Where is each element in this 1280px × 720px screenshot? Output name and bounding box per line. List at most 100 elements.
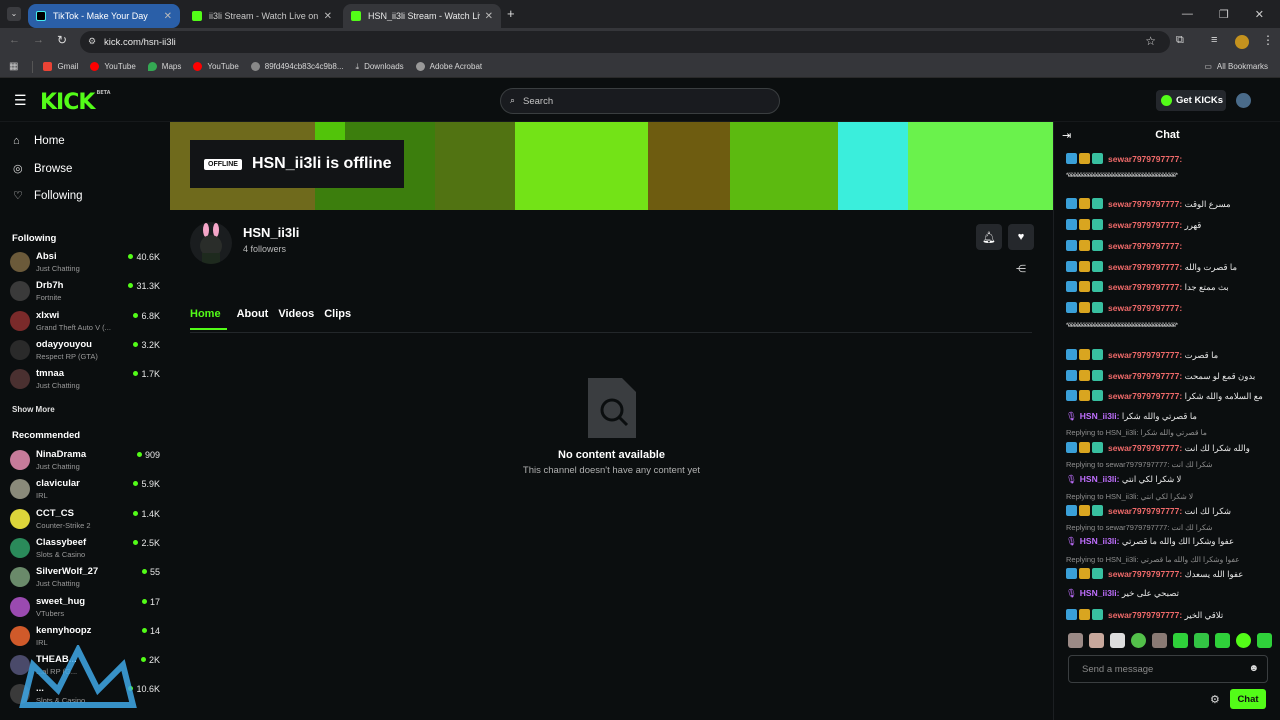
chat-username[interactable]: sewar7979797777: [1108,443,1182,453]
chat-username[interactable]: HSN_ii3li: [1080,588,1120,598]
chat-username[interactable]: sewar7979797777: [1108,350,1182,360]
new-tab-icon[interactable]: + [507,6,515,21]
forward-icon[interactable]: → [33,34,44,46]
channel-name: Drb7h [36,280,64,292]
close-tab-icon[interactable]: ✕ [164,11,172,22]
chat-username[interactable]: sewar7979797777: [1108,303,1182,313]
bookmark-star-icon[interactable]: ☆ [1145,34,1156,48]
chat-username[interactable]: sewar7979797777: [1108,391,1182,401]
bookmark-youtube-2[interactable]: YouTube [193,62,239,71]
bookmark-youtube[interactable]: YouTube [90,62,136,71]
notification-button[interactable]: 🔔︎ [976,224,1002,250]
chat-settings-icon[interactable]: ⚙ [1210,693,1220,706]
chat-username[interactable]: sewar7979797777: [1108,154,1182,164]
chat-username[interactable]: HSN_ii3li: [1080,411,1120,421]
bookmark-link[interactable]: 89fd494cb83c4c9b8... [250,62,344,71]
chat-username[interactable]: sewar7979797777: [1108,371,1182,381]
apps-icon[interactable]: ▦ [9,61,18,72]
sidebar-channel-recommended[interactable]: sweet_hug VTubers 17 [10,594,160,622]
sidebar-channel-recommended[interactable]: NinaDrama Just Chatting 909 [10,447,160,475]
follow-button[interactable]: ♥ [1008,224,1034,250]
tab-videos[interactable]: Videos [278,308,314,330]
url-bar[interactable]: ⚙ kick.com/hsn-ii3li ☆ [80,31,1170,53]
sidebar-channel-following[interactable]: tmnaa Just Chatting 1.7K [10,366,160,394]
emote-icon[interactable] [1068,633,1083,648]
emote-icon[interactable] [1110,633,1125,648]
close-window-icon[interactable]: ✕ [1255,8,1264,21]
sidebar-channel-following[interactable]: xlxwi Grand Theft Auto V (... 6.8K [10,308,160,336]
emoji-picker-icon[interactable]: ☻ [1248,663,1259,674]
browser-tab-tiktok[interactable]: TikTok - Make Your Day ✕ [28,4,180,28]
tab-home[interactable]: Home [190,308,227,330]
chat-username[interactable]: sewar7979797777: [1108,569,1182,579]
send-chat-button[interactable]: Chat [1230,689,1266,709]
url-text: kick.com/hsn-ii3li [104,36,176,48]
reload-icon[interactable]: ↻ [57,33,67,47]
browser-tab-kick-2[interactable]: HSN_ii3li Stream - Watch Live on Kick ✕ [343,4,501,28]
bookmark-acrobat[interactable]: Adobe Acrobat [415,62,482,71]
emote-icon[interactable] [1215,633,1230,648]
media-icon[interactable]: ≡ [1211,34,1217,46]
channel-avatar [10,596,30,617]
chat-badges [1066,198,1105,212]
emote-icon[interactable] [1131,633,1146,648]
emote-icon[interactable] [1173,633,1188,648]
browser-menu-icon[interactable]: ⋮ [1262,33,1274,47]
tab-search-icon[interactable]: ⌄ [7,7,21,21]
sidebar-channel-following[interactable]: odayyouyou Respect RP (GTA) 3.2K [10,337,160,365]
search-input[interactable]: ⌕ Search [500,88,780,114]
bookmark-gmail[interactable]: Gmail [43,62,78,71]
bookmark-downloads[interactable]: ⤓ Downloads [356,62,404,72]
chat-username[interactable]: sewar7979797777: [1108,220,1182,230]
sidebar-channel-following[interactable]: Absi Just Chatting 40.6K [10,249,160,277]
close-tab-icon[interactable]: ✕ [485,11,493,22]
profile-avatar[interactable] [1235,35,1249,49]
emote-icon[interactable] [1194,633,1209,648]
sidebar-channel-recommended[interactable]: SilverWolf_27 Just Chatting 55 [10,564,160,592]
sidebar-channel-following[interactable]: Drb7h Fortnite 31.3K [10,278,160,306]
user-avatar[interactable] [1236,93,1251,108]
emote-icon[interactable] [1152,633,1167,648]
menu-icon[interactable]: ☰ [14,92,27,109]
chat-username[interactable]: sewar7979797777: [1108,262,1182,272]
chat-username[interactable]: sewar7979797777: [1108,199,1182,209]
site-info-icon[interactable]: ⚙ [88,36,96,47]
chat-username[interactable]: sewar7979797777: [1108,506,1182,516]
sub-badge-icon [1092,198,1103,209]
chat-username[interactable]: sewar7979797777: [1108,610,1182,620]
back-icon[interactable]: ← [9,34,20,46]
tab-about[interactable]: About [237,308,269,330]
chat-message-input[interactable]: Send a message ☻ [1068,655,1268,683]
chat-username[interactable]: sewar7979797777: [1108,282,1182,292]
sidebar-channel-recommended[interactable]: clavicular IRL 5.9K [10,476,160,504]
all-bookmarks[interactable]: ▭ All Bookmarks [1204,62,1268,71]
sidebar-item-following[interactable]: ♡ Following [13,189,83,203]
sidebar-channel-recommended[interactable]: Classybeef Slots & Casino 2.5K [10,535,160,563]
chat-username[interactable]: HSN_ii3li: [1080,536,1120,546]
emote-icon[interactable] [1089,633,1104,648]
show-more-button[interactable]: Show More [12,405,55,414]
restore-icon[interactable]: ❐ [1219,8,1229,21]
emote-icon[interactable] [1257,633,1272,648]
verified-badge-icon [1066,261,1077,272]
sidebar-channel-recommended[interactable]: CCT_CS Counter-Strike 2 1.4K [10,506,160,534]
kick-logo[interactable]: KICK BETA [40,90,111,115]
chat-badges [1066,261,1105,275]
bookmark-maps[interactable]: Maps [147,62,181,71]
chat-username[interactable]: HSN_ii3li: [1080,474,1120,484]
minimize-icon[interactable]: — [1182,8,1193,20]
channel-avatar[interactable] [190,222,232,264]
get-kicks-button[interactable]: Get KICKs [1156,90,1226,111]
emote-icon[interactable] [1236,633,1251,648]
close-tab-icon[interactable]: ✕ [324,11,332,22]
heart-icon: ♥ [1017,231,1025,243]
viewer-count: 1.4K [133,509,160,519]
browser-tab-kick-1[interactable]: ii3li Stream - Watch Live on Kick ✕ [184,4,340,28]
sidebar-item-browse[interactable]: ◎ Browse [13,162,72,176]
share-icon[interactable]: ⋲ [1016,264,1026,275]
chat-username[interactable]: sewar7979797777: [1108,241,1182,251]
sidebar-item-home[interactable]: ⌂ Home [13,135,65,147]
extensions-icon[interactable]: ⧉ [1176,34,1184,47]
youtube-icon [90,62,100,71]
tab-clips[interactable]: Clips [324,308,351,330]
